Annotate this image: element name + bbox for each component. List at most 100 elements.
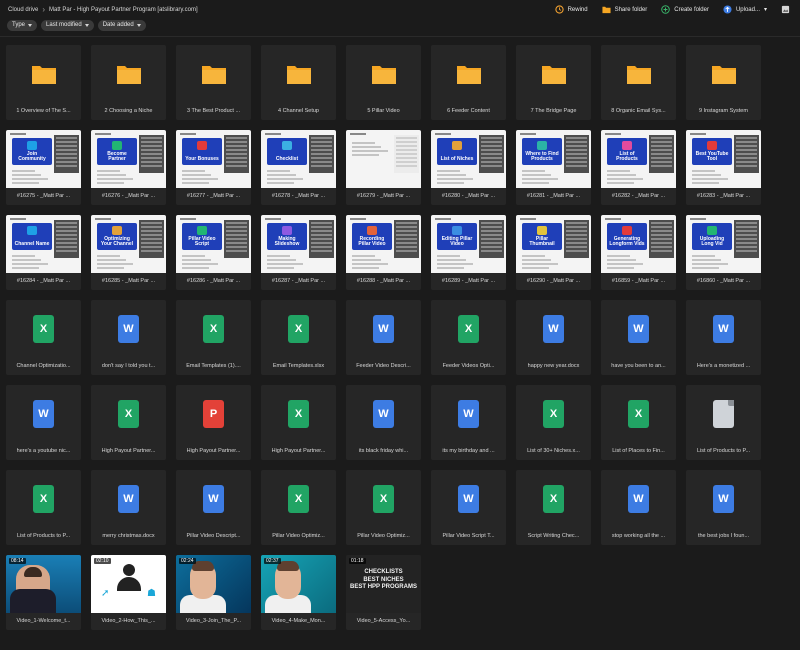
shot-tile[interactable]: Become Partner #16276 - _Matt Par ... — [91, 130, 166, 205]
excel-tile[interactable]: X Pillar Video Optimiz... — [261, 470, 336, 545]
word-tile[interactable]: Wits black friday whi... — [346, 385, 421, 460]
excel-tile[interactable]: X List of Places to Fin... — [601, 385, 676, 460]
shot-tile[interactable]: Checklist #16278 - _Matt Par ... — [261, 130, 336, 205]
tile-preview: W — [431, 385, 506, 443]
word-tile[interactable]: W Pillar Video Descript... — [176, 470, 251, 545]
folder-tile[interactable]: 6 Feeder Content — [431, 45, 506, 120]
thumb-caption: Pillar Video Script — [188, 236, 216, 247]
word-tile[interactable]: Wthe best jobs I foun... — [686, 470, 761, 545]
word-tile[interactable]: W Feeder Video Descri... — [346, 300, 421, 375]
folder-tile[interactable]: 7 The Bridge Page — [516, 45, 591, 120]
cursor-icon: ➚ — [101, 588, 110, 599]
word-tile[interactable]: Whave you been to an... — [601, 300, 676, 375]
thumb-sidebar — [139, 220, 164, 258]
shot-tile[interactable]: Generating Longform Vids #16859 - _Matt P… — [601, 215, 676, 290]
shot-tile[interactable]: Join Community #16275 - _Matt Par ... — [6, 130, 81, 205]
shot-tile[interactable]: Best YouTube Tool #16283 - _Matt Par ... — [686, 130, 761, 205]
shot-tile[interactable]: List of Products #16282 - _Matt Par ... — [601, 130, 676, 205]
excel-tile[interactable]: X Channel Optimizatio... — [6, 300, 81, 375]
folder-tile[interactable]: 1 Overview of The S... — [6, 45, 81, 120]
upload-button[interactable]: Upload... ▾ — [723, 5, 767, 14]
file-name: #16285 - _Matt Par ... — [101, 278, 156, 284]
shot-tile[interactable]: Uploading Long Vid #16860 - _Matt Par ... — [686, 215, 761, 290]
excel-tile[interactable]: X High Payout Partner... — [261, 385, 336, 460]
word-tile[interactable]: Wits my birthday and ... — [431, 385, 506, 460]
shot-tile[interactable]: Making Slideshow #16287 - _Matt Par ... — [261, 215, 336, 290]
tile-preview: X — [516, 385, 591, 443]
excel-tile[interactable]: X Script Writing Chec... — [516, 470, 591, 545]
share-folder-button[interactable]: Share folder — [602, 5, 647, 14]
shot-tile[interactable]: Recording Pillar Video #16288 - _Matt Par… — [346, 215, 421, 290]
thumb-banner: List of Niches — [437, 138, 477, 165]
shot-tile[interactable]: Editing Pillar Video #16289 - _Matt Par .… — [431, 215, 506, 290]
tile-preview: Your Bonuses — [176, 130, 251, 188]
thumb-sidebar — [394, 220, 419, 258]
shot-tile[interactable]: Where to Find Products #16281 - _Matt Par… — [516, 130, 591, 205]
view-toggle-button[interactable] — [781, 5, 790, 14]
shot-tile[interactable]: Pillar Video Script #16286 - _Matt Par ..… — [176, 215, 251, 290]
rewind-button[interactable]: Rewind — [554, 5, 588, 14]
word-tile[interactable]: Wstop working all the ... — [601, 470, 676, 545]
thumb-text-lines — [182, 168, 220, 184]
video-tile[interactable]: 02:37 Video_4-Make_Mon... — [261, 555, 336, 630]
folder-icon — [456, 63, 482, 85]
shot-tile[interactable]: Pillar Thumbnail #16290 - _Matt Par ... — [516, 215, 591, 290]
thumb-sidebar — [564, 135, 589, 173]
shot-tile[interactable]: Optimizing Your Channel #16285 - _Matt Pa… — [91, 215, 166, 290]
shot-tile[interactable]: Channel Name #16284 - _Matt Par ... — [6, 215, 81, 290]
thumb-banner: Where to Find Products — [522, 138, 562, 165]
folder-tile[interactable]: 8 Organic Email Sys... — [601, 45, 676, 120]
excel-tile[interactable]: X List of 30+ Niches.x... — [516, 385, 591, 460]
folder-tile[interactable]: 2 Choosing a Niche — [91, 45, 166, 120]
file-name: Script Writing Chec... — [527, 533, 580, 539]
excel-tile[interactable]: X List of Products to P... — [6, 470, 81, 545]
file-name: Feeder Videos Opti... — [442, 363, 495, 369]
excel-tile[interactable]: X Feeder Videos Opti... — [431, 300, 506, 375]
file-name: #16276 - _Matt Par ... — [101, 193, 156, 199]
tile-preview: 08:14 — [6, 555, 81, 613]
video-tile[interactable]: 02:10 ➚ ☗ Video_2-How_This_... — [91, 555, 166, 630]
thumb-caption: List of Niches — [440, 156, 474, 162]
excel-tile[interactable]: X Email Templates (1).... — [176, 300, 251, 375]
thumb-caption: Optimizing Your Channel — [100, 236, 134, 247]
file-name: #16275 - _Matt Par ... — [16, 193, 71, 199]
create-folder-button[interactable]: Create folder — [661, 5, 709, 14]
word-tile[interactable]: Whappy new year.docx — [516, 300, 591, 375]
screenshot-thumbnail: Pillar Thumbnail — [516, 215, 591, 273]
breadcrumb-root[interactable]: Cloud drive — [8, 7, 38, 13]
thumb-text-lines — [352, 140, 390, 156]
word-tile[interactable]: Wmerry christmas.docx — [91, 470, 166, 545]
file-name: merry christmas.docx — [102, 533, 155, 539]
folder-tile[interactable]: 3 The Best Product ... — [176, 45, 251, 120]
thumb-text-lines — [182, 253, 220, 269]
video-tile[interactable]: 08:14 Video_1-Welcome_t... — [6, 555, 81, 630]
word-file-icon: W — [458, 400, 479, 428]
filter-last-modified[interactable]: Last modified — [41, 20, 94, 31]
excel-tile[interactable]: X High Payout Partner... — [91, 385, 166, 460]
folder-tile[interactable]: 9 Instagram System — [686, 45, 761, 120]
folder-tile[interactable]: 5 Pillar Video — [346, 45, 421, 120]
folder-tile[interactable]: 4 Channel Setup — [261, 45, 336, 120]
word-tile[interactable]: W Here's a monetized ... — [686, 300, 761, 375]
file-name: #16279 - _Matt Par ... — [356, 193, 411, 199]
word-tile[interactable]: W Pillar Video Script T... — [431, 470, 506, 545]
pdf-tile[interactable]: P High Payout Partner... — [176, 385, 251, 460]
excel-tile[interactable]: X Pillar Video Optimiz... — [346, 470, 421, 545]
filter-type[interactable]: Type — [7, 20, 38, 31]
excel-tile[interactable]: X Email Templates.xlsx — [261, 300, 336, 375]
shot-tile[interactable]: Your Bonuses #16277 - _Matt Par ... — [176, 130, 251, 205]
generic-tile[interactable]: List of Products to P... — [686, 385, 761, 460]
word-file-icon: W — [713, 485, 734, 513]
word-tile[interactable]: Wdon't say I told you t... — [91, 300, 166, 375]
filter-date-added[interactable]: Date added — [97, 20, 146, 31]
user-icon-body — [117, 577, 141, 591]
video-tile[interactable]: 01:18 CHECKLISTS BEST NICHES BEST HPP PROGR… — [346, 555, 421, 630]
screenshot-thumbnail: Join Community — [6, 130, 81, 188]
filter-date-added-label: Date added — [102, 22, 134, 28]
word-tile[interactable]: Where's a youtube nic... — [6, 385, 81, 460]
chevron-down-icon[interactable]: ▾ — [764, 6, 767, 13]
video-tile[interactable]: 02:24 Video_3-Join_The_P... — [176, 555, 251, 630]
shot-tile[interactable]: #16279 - _Matt Par ... — [346, 130, 421, 205]
shot-tile[interactable]: List of Niches #16280 - _Matt Par ... — [431, 130, 506, 205]
breadcrumb-current[interactable]: Matt Par - High Payout Partner Program [… — [49, 7, 198, 13]
